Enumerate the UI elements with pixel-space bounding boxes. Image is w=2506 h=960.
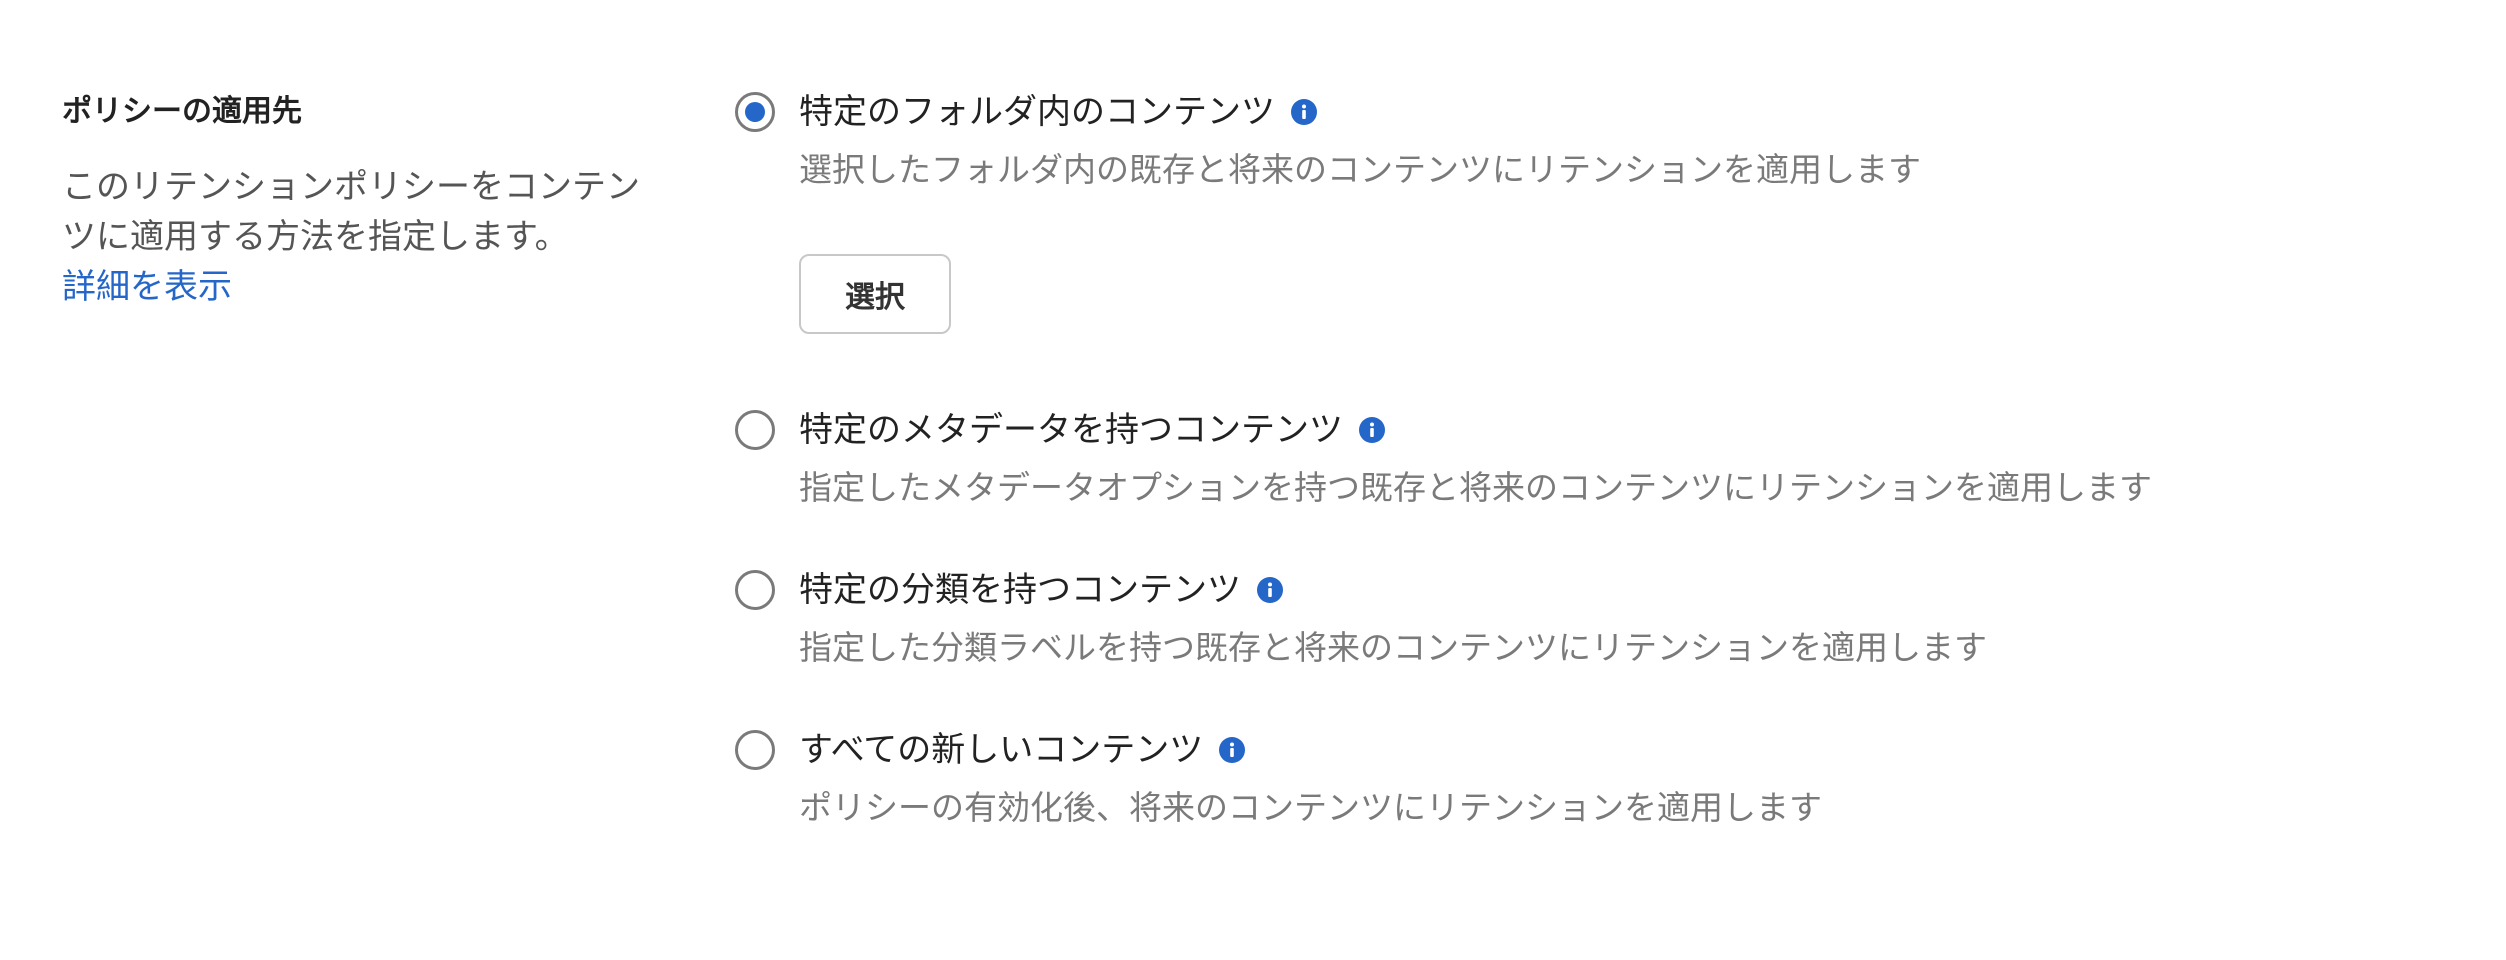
info-icon[interactable] xyxy=(1257,577,1283,603)
radio-folder-content[interactable] xyxy=(735,92,775,132)
option-description: ポリシーの有効化後、将来のコンテンツにリテンションを適用します xyxy=(799,788,1822,827)
policy-scope-panel: ポリシーの適用先 このリテンションポリシーをコンテンツに適用する方法を指定します… xyxy=(0,0,2506,960)
option-label[interactable]: 特定の分類を持つコンテンツ xyxy=(799,564,1241,616)
option-label[interactable]: 特定のメタデータを持つコンテンツ xyxy=(799,404,1343,456)
scope-options: 特定のフォルダ内のコンテンツ 選択したフォルダ内の既存と将来のコンテンツにリテン… xyxy=(735,86,2475,836)
radio-all-new-content[interactable] xyxy=(735,730,775,770)
section-description: このリテンションポリシーをコンテンツに適用する方法を指定します。 詳細を表示 xyxy=(62,162,662,312)
info-icon[interactable] xyxy=(1219,737,1246,763)
learn-more-link[interactable]: 詳細を表示 xyxy=(62,262,232,312)
section-description-text: このリテンションポリシーをコンテンツに適用する方法を指定します。 xyxy=(62,167,640,257)
option-label[interactable]: すべての新しいコンテンツ xyxy=(799,724,1203,776)
option-folder-content: 特定のフォルダ内のコンテンツ 選択したフォルダ内の既存と将来のコンテンツにリテン… xyxy=(735,86,2475,356)
option-title: 特定のフォルダ内のコンテンツ xyxy=(799,86,2475,138)
option-classification-content: 特定の分類を持つコンテンツ 指定した分類ラベルを持つ既存と将来のコンテンツにリテ… xyxy=(735,564,2475,676)
info-icon[interactable] xyxy=(1291,99,1317,125)
option-title: 特定のメタデータを持つコンテンツ xyxy=(799,404,2475,456)
option-label[interactable]: 特定のフォルダ内のコンテンツ xyxy=(799,86,1275,138)
option-all-new-content: すべての新しいコンテンツ ポリシーの有効化後、将来のコンテンツにリテンションを適… xyxy=(735,724,2475,836)
section-title: ポリシーの適用先 xyxy=(62,94,302,129)
option-title: 特定の分類を持つコンテンツ xyxy=(799,564,2475,616)
section-info: ポリシーの適用先 このリテンションポリシーをコンテンツに適用する方法を指定します… xyxy=(62,92,662,312)
select-folder-button[interactable]: 選択 xyxy=(799,254,951,334)
option-description: 選択したフォルダ内の既存と将来のコンテンツにリテンションを適用します xyxy=(799,150,1921,189)
radio-metadata-content[interactable] xyxy=(735,410,775,450)
option-metadata-content: 特定のメタデータを持つコンテンツ 指定したメタデータオプションを持つ既存と将来の… xyxy=(735,404,2475,516)
option-description: 指定したメタデータオプションを持つ既存と将来のコンテンツにリテンションを適用しま… xyxy=(799,468,2152,507)
option-title: すべての新しいコンテンツ xyxy=(799,724,2475,776)
info-icon[interactable] xyxy=(1359,417,1385,443)
radio-classification-content[interactable] xyxy=(735,570,775,610)
option-description: 指定した分類ラベルを持つ既存と将来のコンテンツにリテンションを適用します xyxy=(799,628,1987,667)
